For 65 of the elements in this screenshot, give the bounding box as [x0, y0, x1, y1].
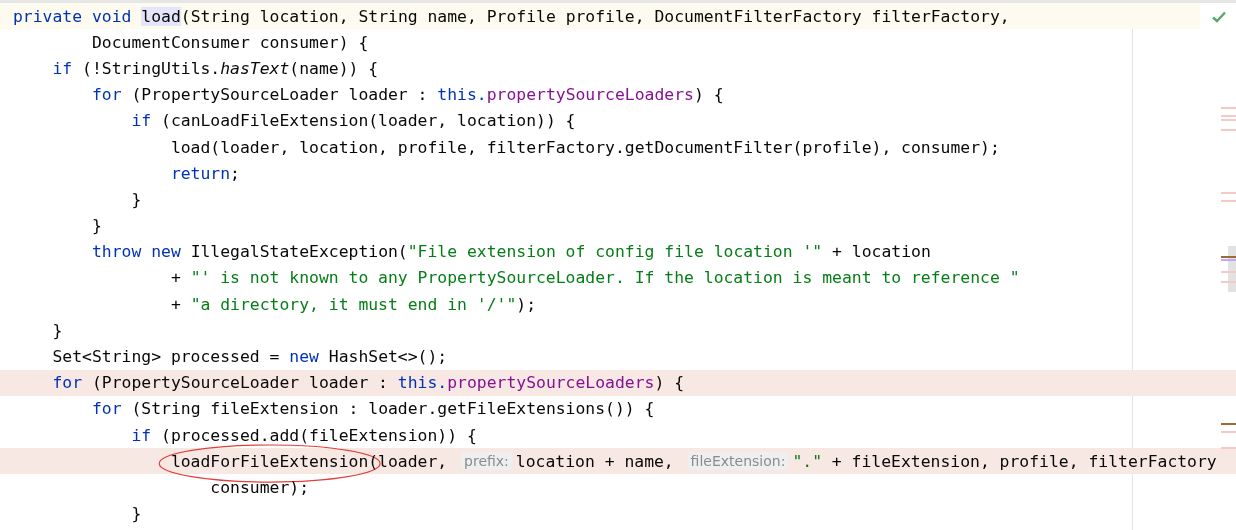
code-text: }: [51, 320, 63, 340]
error-stripe-mark[interactable]: [1221, 129, 1236, 131]
code-keyword: if: [51, 58, 73, 78]
code-text: ) {: [654, 373, 685, 393]
code-text: }: [130, 189, 142, 209]
error-stripe-mark[interactable]: [1221, 200, 1236, 202]
parameter-hint: prefix:: [461, 452, 512, 471]
code-text: (processed.add(fileExtension)) {: [160, 425, 477, 445]
string-literal: "a directory, it must end in '/'": [190, 294, 517, 314]
field-name: propertySourceLoaders: [447, 373, 655, 393]
code-text: loadForFileExtension: [13, 451, 369, 471]
code-keyword: return: [169, 163, 231, 183]
code-keyword: if: [130, 425, 152, 445]
error-stripe-mark[interactable]: [1221, 431, 1236, 433]
code-text: (String location, String name, Profile profile, DocumentFilterFactory filterFactory,: [180, 6, 1010, 26]
code-text: ) {: [693, 85, 724, 105]
code-text: HashSet<>();: [327, 347, 448, 367]
code-text: consumer);: [209, 477, 310, 497]
error-stripe-mark[interactable]: [1221, 192, 1236, 194]
code-text: (canLoadFileExtension(loader, location)) {: [160, 111, 576, 131]
error-stripe-mark[interactable]: [1221, 423, 1236, 425]
code-keyword: this.: [437, 85, 487, 105]
highlighted-identifier: load: [141, 6, 181, 26]
code-text: +: [169, 268, 182, 288]
code-keyword: for: [51, 373, 83, 393]
code-text: DocumentConsumer consumer) {: [90, 32, 369, 52]
code-text: IllegalStateException(: [189, 242, 408, 262]
code-keyword: new: [289, 347, 319, 367]
string-literal: ".": [792, 451, 822, 471]
code-keyword: throw new: [90, 242, 181, 262]
error-stripe-mark[interactable]: [1221, 256, 1236, 258]
code-text: + fileExtension, profile, filterFactory: [830, 451, 1217, 471]
error-stripe-mark[interactable]: [1221, 119, 1236, 121]
code-text: + location: [831, 242, 931, 262]
code-text: ;: [230, 163, 240, 183]
code-keyword: this.: [397, 373, 448, 393]
string-literal: "File extension of config file location '": [407, 242, 823, 262]
code-keyword: private void: [13, 6, 133, 26]
code-text: }: [130, 504, 142, 524]
code-editor[interactable]: [0, 0, 1236, 530]
code-text: (!StringUtils.: [81, 58, 221, 78]
code-text: (PropertySourceLoader loader :: [130, 85, 429, 105]
code-keyword: for: [90, 399, 122, 419]
code-text: (name)) {: [289, 58, 379, 78]
error-stripe-mark[interactable]: [1221, 115, 1236, 117]
code-text: }: [90, 216, 102, 236]
code-text: (loader,: [368, 451, 449, 471]
code-keyword: for: [90, 85, 122, 105]
string-literal: "' is not known to any PropertySourceLoader. If the location is meant to reference ": [190, 268, 1020, 288]
code-text: location + name,: [515, 451, 675, 471]
error-stripe-mark[interactable]: [1221, 281, 1236, 283]
method-name: hasText: [220, 58, 290, 78]
field-name: propertySourceLoaders: [486, 85, 694, 105]
error-stripe-mark[interactable]: [1221, 271, 1236, 273]
code-text: +: [169, 294, 182, 314]
error-stripe-mark[interactable]: [1221, 259, 1236, 261]
code-keyword: if: [130, 111, 152, 131]
parameter-hint: fileExtension:: [687, 452, 789, 471]
code-text: load(loader, location, profile, filterFactory.getDocumentFilter(profile), consumer);: [169, 137, 1000, 157]
code-text: (String fileExtension : loader.getFileExtensions()) {: [130, 399, 655, 419]
error-stripe-mark[interactable]: [1221, 107, 1236, 109]
code-text: Set<String> processed =: [51, 347, 281, 367]
code-text: );: [516, 294, 537, 314]
check-icon[interactable]: [1212, 11, 1226, 23]
code-text: (PropertySourceLoader loader :: [90, 373, 389, 393]
